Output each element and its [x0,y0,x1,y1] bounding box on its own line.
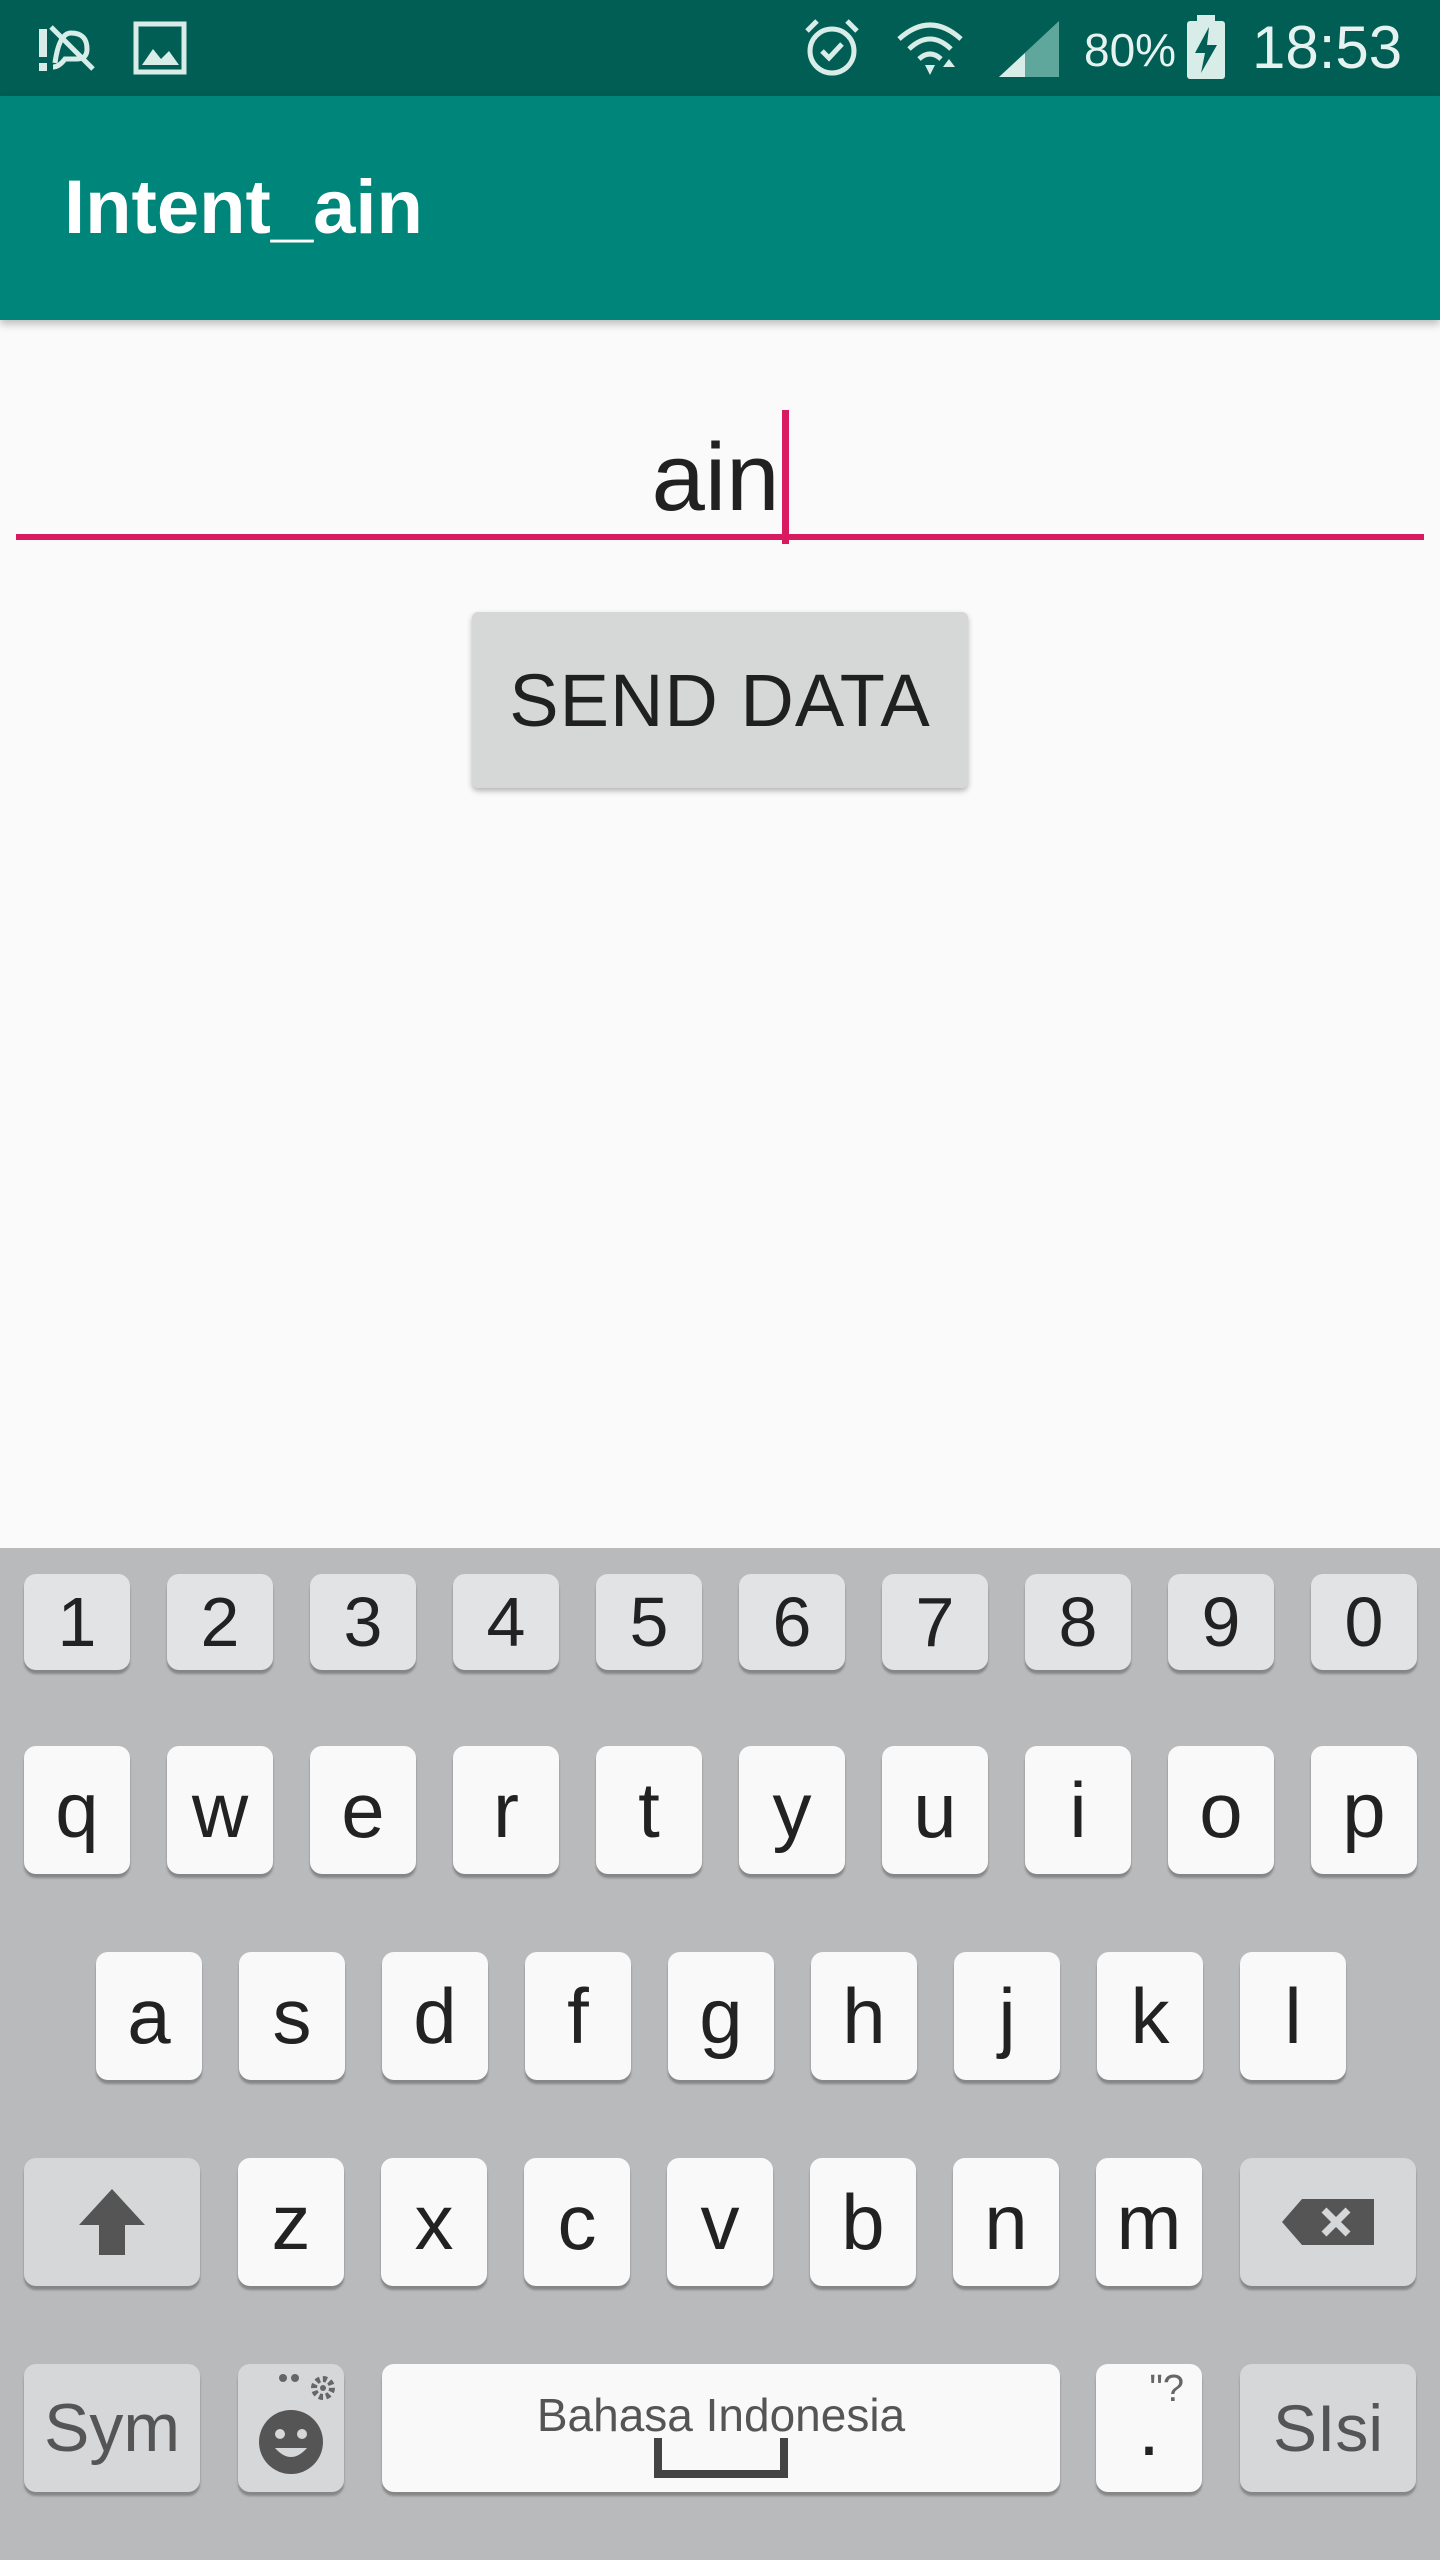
sym-key[interactable]: Sym [24,2364,200,2492]
shift-key[interactable] [24,2158,200,2286]
letter-key-i[interactable]: i [1025,1746,1131,1874]
emoji-icon [259,2374,335,2474]
letter-key-h[interactable]: h [811,1952,917,2080]
number-key-1[interactable]: 1 [24,1574,130,1670]
letter-key-d[interactable]: d [382,1952,488,2080]
period-key[interactable]: . "? [1096,2364,1202,2492]
gallery-icon [132,18,188,78]
letter-key-w[interactable]: w [167,1746,273,1874]
notification-icon [36,18,100,78]
letter-key-l[interactable]: l [1240,1952,1346,2080]
letter-key-v[interactable]: v [667,2158,773,2286]
status-bar: 80% 18:53 [0,0,1440,96]
shift-arrow-icon [79,2189,145,2255]
letter-key-f[interactable]: f [525,1952,631,2080]
clock: 18:53 [1252,14,1403,81]
letter-key-u[interactable]: u [882,1746,988,1874]
send-data-button[interactable]: SEND DATA [472,612,968,788]
input-underline [16,534,1424,540]
letter-key-r[interactable]: r [453,1746,559,1874]
letter-key-g[interactable]: g [668,1952,774,2080]
letter-key-b[interactable]: b [810,2158,916,2286]
number-key-5[interactable]: 5 [596,1574,702,1670]
signal-icon [994,18,1064,78]
letter-key-q[interactable]: q [24,1746,130,1874]
letter-key-p[interactable]: p [1311,1746,1417,1874]
battery-percent: 80% [1084,24,1177,76]
app-bar: Intent_ain [0,96,1440,320]
letter-key-n[interactable]: n [953,2158,1059,2286]
backspace-icon [1282,2199,1374,2245]
letter-key-o[interactable]: o [1168,1746,1274,1874]
number-key-9[interactable]: 9 [1168,1574,1274,1670]
period-hint: "? [1149,2368,1184,2410]
letter-key-x[interactable]: x [381,2158,487,2286]
keyboard: 1234567890 qwertyuiop asdfghjkl zxcvbnm … [0,1548,1440,2560]
space-key[interactable]: Bahasa Indonesia [382,2364,1060,2492]
letter-key-j[interactable]: j [954,1952,1060,2080]
letter-key-m[interactable]: m [1096,2158,1202,2286]
letter-key-e[interactable]: e [310,1746,416,1874]
number-key-6[interactable]: 6 [739,1574,845,1670]
number-key-4[interactable]: 4 [453,1574,559,1670]
number-key-3[interactable]: 3 [310,1574,416,1670]
number-key-8[interactable]: 8 [1025,1574,1131,1670]
emoji-key[interactable] [238,2364,344,2492]
enter-key[interactable]: SIsi [1240,2364,1416,2492]
battery-charging-icon [1184,15,1228,79]
letter-key-c[interactable]: c [524,2158,630,2286]
number-key-7[interactable]: 7 [882,1574,988,1670]
letter-key-z[interactable]: z [238,2158,344,2286]
space-language-label: Bahasa Indonesia [536,2389,906,2441]
space-bar-icon [654,2438,788,2478]
letter-key-t[interactable]: t [596,1746,702,1874]
alarm-icon [800,18,864,78]
backspace-key[interactable] [1240,2158,1416,2286]
letter-key-k[interactable]: k [1097,1952,1203,2080]
letter-key-y[interactable]: y [739,1746,845,1874]
text-input[interactable]: ain [16,380,1424,544]
input-value: ain [651,424,780,531]
app-title: Intent_ain [64,165,423,250]
number-key-0[interactable]: 0 [1311,1574,1417,1670]
number-key-2[interactable]: 2 [167,1574,273,1670]
letter-key-a[interactable]: a [96,1952,202,2080]
text-cursor [781,410,789,544]
letter-key-s[interactable]: s [239,1952,345,2080]
wifi-icon [894,18,966,78]
